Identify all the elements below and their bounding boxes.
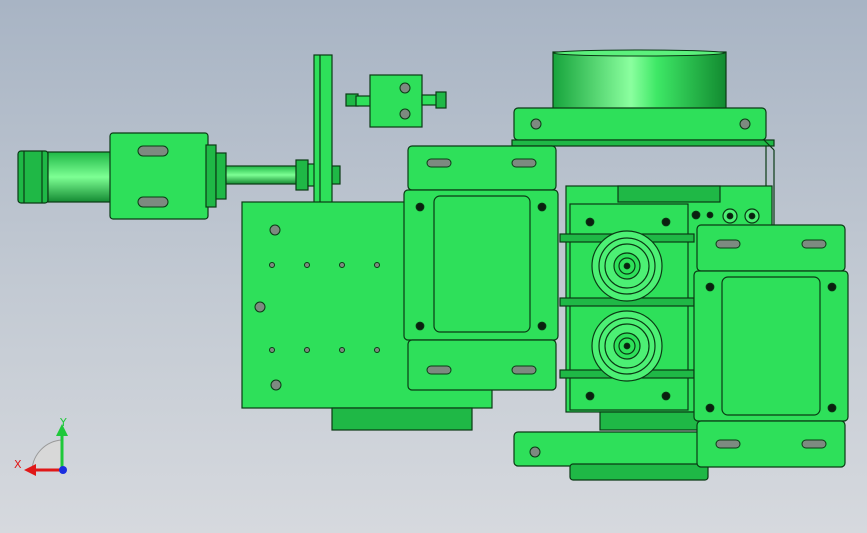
motor-bottom-mount [513, 411, 711, 481]
sensor-block [345, 74, 447, 128]
x-axis-label: X [14, 458, 22, 471]
roller-upper [591, 230, 663, 302]
y-axis-label: Y [59, 416, 67, 429]
cad-model-drawing: Y X [14, 49, 849, 481]
cad-viewport[interactable]: Y X [0, 0, 867, 533]
axis-triad [24, 424, 68, 476]
gear-motor-right [693, 224, 849, 468]
gear-motor-left [403, 145, 559, 391]
vertical-bracket [313, 54, 333, 206]
roller-lower [591, 310, 663, 382]
